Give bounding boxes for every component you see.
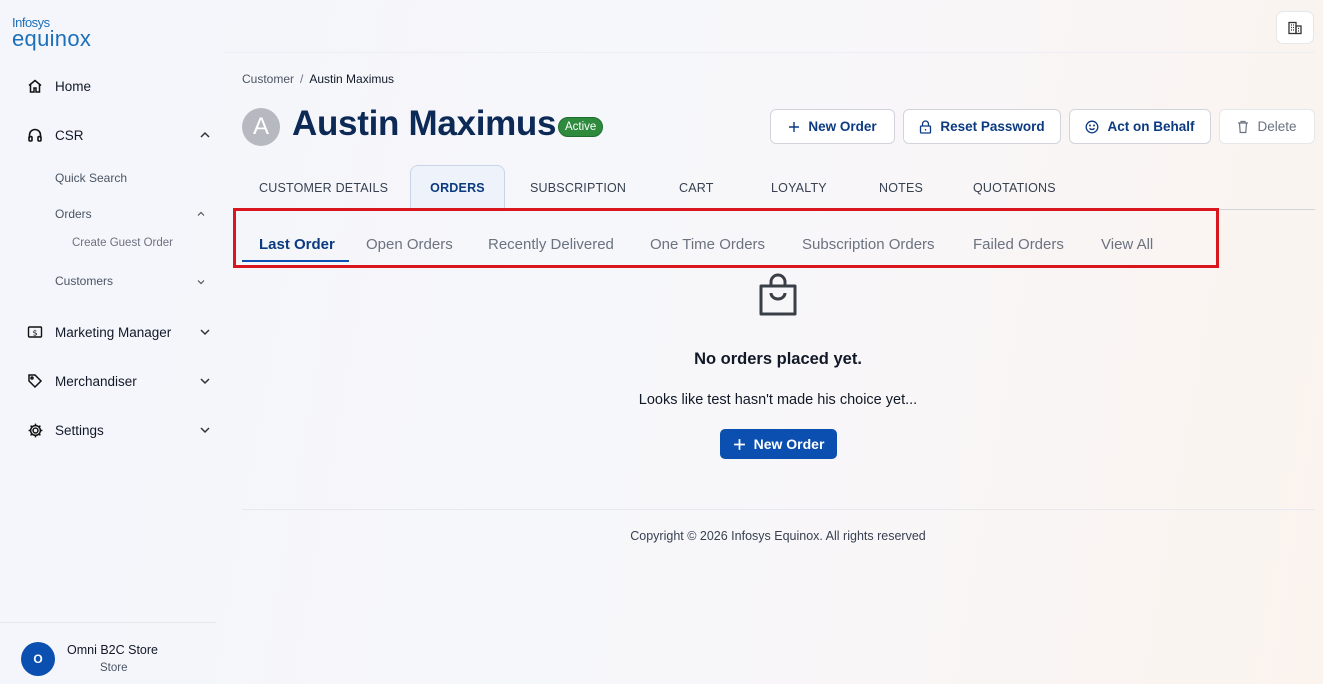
order-tab-open-orders[interactable]: Open Orders <box>366 236 453 253</box>
status-badge: Active <box>558 117 604 137</box>
sidebar-sub-customers[interactable]: Customers <box>55 274 113 288</box>
order-tab-last-order[interactable]: Last Order <box>259 236 335 253</box>
delete-button[interactable]: Delete <box>1219 109 1315 144</box>
topbar-divider <box>225 52 1315 53</box>
breadcrumb-current: Austin Maximus <box>309 72 395 86</box>
sidebar-item-label: CSR <box>55 127 84 143</box>
order-tab-one-time-orders[interactable]: One Time Orders <box>650 236 765 253</box>
sidebar-item-label: Home <box>55 78 92 94</box>
sidebar-divider <box>0 622 216 623</box>
order-tab-failed-orders[interactable]: Failed Orders <box>973 236 1064 253</box>
sidebar-sub-quick-search[interactable]: Quick Search <box>55 171 127 185</box>
breadcrumb-parent-link[interactable]: Customer <box>242 72 294 86</box>
new-order-label: New Order <box>808 119 877 134</box>
act-on-behalf-label: Act on Behalf <box>1107 119 1195 134</box>
store-avatar[interactable]: O <box>21 642 55 676</box>
sidebar-item-merchandiser[interactable]: Merchandiser <box>24 367 216 395</box>
lock-icon <box>920 119 932 134</box>
chevron-up-icon[interactable] <box>198 128 212 142</box>
new-order-button[interactable]: New Order <box>770 109 895 144</box>
delete-label: Delete <box>1257 119 1297 134</box>
sidebar: Infosys equinox Home CSR Quick Search Or… <box>0 0 216 684</box>
sidebar-sub-create-guest-order[interactable]: Create Guest Order <box>72 237 173 249</box>
order-tab-view-all[interactable]: View All <box>1101 236 1153 253</box>
svg-text:$: $ <box>32 328 37 337</box>
tab-subscription[interactable]: SUBSCRIPTION <box>530 181 626 195</box>
tab-cart[interactable]: CART <box>679 181 714 195</box>
empty-state-new-order-button[interactable]: New Order <box>720 429 837 459</box>
act-on-behalf-button[interactable]: Act on Behalf <box>1069 109 1211 144</box>
sidebar-item-label: Merchandiser <box>55 373 137 389</box>
order-tab-subscription-orders[interactable]: Subscription Orders <box>802 236 935 253</box>
store-type: Store <box>100 662 128 674</box>
building-icon <box>1288 21 1302 34</box>
gear-icon <box>24 419 46 441</box>
sidebar-item-csr[interactable]: CSR <box>24 121 216 149</box>
shopping-bag-icon <box>759 273 797 316</box>
page-title: Austin Maximus <box>292 104 557 143</box>
plus-icon <box>733 438 745 450</box>
chevron-down-icon[interactable] <box>195 276 207 288</box>
sidebar-item-settings[interactable]: Settings <box>24 416 216 444</box>
tab-notes[interactable]: NOTES <box>879 181 923 195</box>
sidebar-item-label: Marketing Manager <box>55 324 172 340</box>
footer-copyright: Copyright © 2026 Infosys Equinox. All ri… <box>630 529 926 543</box>
home-icon <box>24 75 46 97</box>
sidebar-item-home[interactable]: Home <box>24 72 216 100</box>
tab-loyalty[interactable]: LOYALTY <box>771 181 827 195</box>
plus-icon <box>789 121 800 132</box>
brand-logo-line2: equinox <box>12 26 92 51</box>
empty-state-title: No orders placed yet. <box>694 350 862 368</box>
dollar-icon: $ <box>24 321 46 343</box>
empty-state-subtitle: Looks like test hasn't made his choice y… <box>638 392 918 408</box>
breadcrumb-separator: / <box>300 72 304 86</box>
reset-password-label: Reset Password <box>940 119 1045 134</box>
reset-password-button[interactable]: Reset Password <box>903 109 1061 144</box>
sidebar-sub-orders[interactable]: Orders <box>55 207 92 221</box>
chevron-down-icon[interactable] <box>198 423 212 437</box>
customer-avatar: A <box>242 108 280 146</box>
chevron-down-icon[interactable] <box>198 374 212 388</box>
order-tab-recently-delivered[interactable]: Recently Delivered <box>488 236 614 253</box>
sidebar-item-marketing-manager[interactable]: $ Marketing Manager <box>24 318 216 346</box>
tab-customer-details[interactable]: CUSTOMER DETAILS <box>259 181 388 195</box>
smiley-icon <box>1086 120 1099 133</box>
brand-logo[interactable]: Infosys equinox <box>12 16 91 50</box>
active-tab-indicator <box>242 260 349 262</box>
breadcrumb: Customer / Austin Maximus <box>242 72 394 86</box>
store-name: Omni B2C Store <box>67 643 159 657</box>
sidebar-item-label: Settings <box>55 422 104 438</box>
footer-divider <box>242 509 1315 510</box>
empty-state-button-label: New Order <box>753 436 825 452</box>
trash-icon <box>1238 120 1249 133</box>
tab-orders[interactable]: ORDERS <box>410 165 505 210</box>
headset-icon <box>24 124 46 146</box>
organization-switcher-button[interactable] <box>1276 11 1314 44</box>
tag-icon <box>24 370 46 392</box>
chevron-down-icon[interactable] <box>198 325 212 339</box>
tab-quotations[interactable]: QUOTATIONS <box>973 181 1056 195</box>
chevron-up-icon[interactable] <box>195 208 207 220</box>
